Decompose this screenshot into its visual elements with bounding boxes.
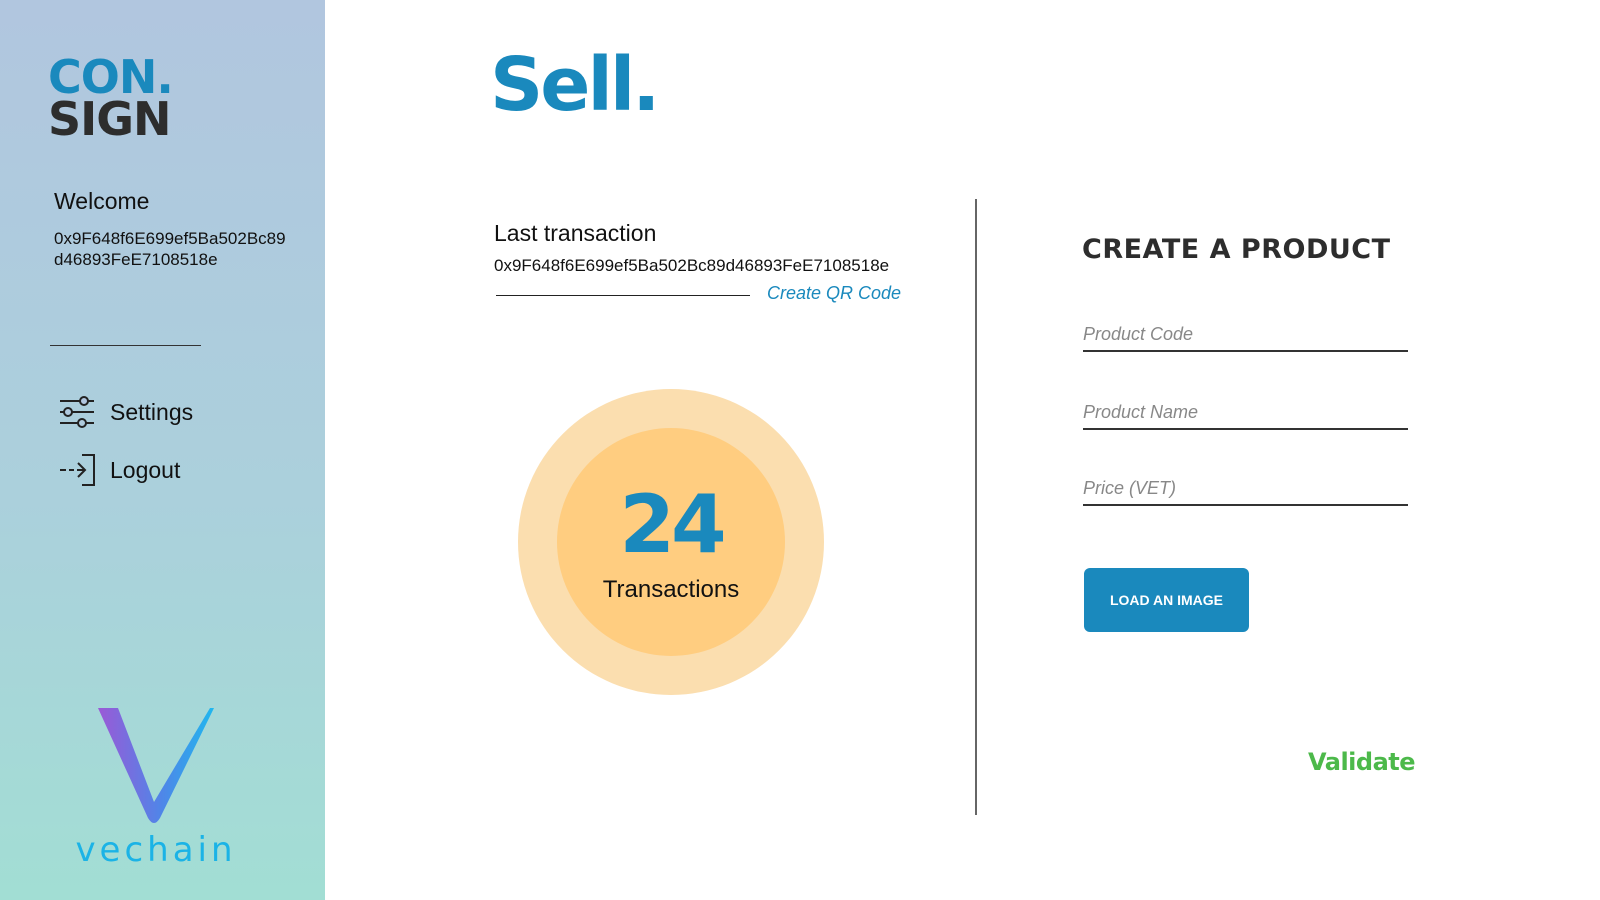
sidebar: CON. SIGN Welcome 0x9F648f6E699ef5Ba502B… xyxy=(0,0,325,900)
price-input[interactable] xyxy=(1083,466,1408,506)
vechain-wordmark: vechain xyxy=(75,830,237,870)
create-product-heading: CREATE A PRODUCT xyxy=(1082,234,1391,265)
consign-logo: CON. SIGN xyxy=(48,54,174,146)
create-qr-code-link[interactable]: Create QR Code xyxy=(767,283,901,304)
last-transaction-heading: Last transaction xyxy=(494,220,657,246)
wallet-address: 0x9F648f6E699ef5Ba502Bc89d46893FeE710851… xyxy=(54,229,286,269)
transaction-underline xyxy=(496,295,750,296)
last-transaction-hash: 0x9F648f6E699ef5Ba502Bc89d46893FeE710851… xyxy=(494,256,890,275)
transactions-summary-inner: 24 Transactions xyxy=(557,428,785,656)
sidebar-item-settings-label: Settings xyxy=(110,398,194,425)
logout-icon xyxy=(58,452,96,488)
sidebar-item-settings[interactable]: Settings xyxy=(58,394,193,430)
transaction-count: 24 xyxy=(619,478,726,571)
sidebar-item-logout-label: Logout xyxy=(110,456,181,483)
product-name-input[interactable] xyxy=(1083,390,1408,430)
welcome-heading: Welcome xyxy=(54,188,150,214)
page-title: Sell. xyxy=(490,42,660,128)
validate-button[interactable]: Validate xyxy=(1308,748,1416,776)
sliders-icon xyxy=(58,394,96,430)
logo-bottom-text: SIGN xyxy=(48,92,171,146)
load-image-button[interactable]: LOAD AN IMAGE xyxy=(1084,568,1249,632)
sidebar-divider xyxy=(50,345,201,346)
vechain-logo: vechain xyxy=(66,706,246,870)
vechain-v-icon xyxy=(98,708,214,823)
transaction-count-label: Transactions xyxy=(602,576,740,603)
sidebar-item-logout[interactable]: Logout xyxy=(58,452,180,488)
section-divider xyxy=(975,199,977,815)
product-code-input[interactable] xyxy=(1083,312,1408,352)
transactions-summary-circle: 24 Transactions xyxy=(518,389,824,695)
